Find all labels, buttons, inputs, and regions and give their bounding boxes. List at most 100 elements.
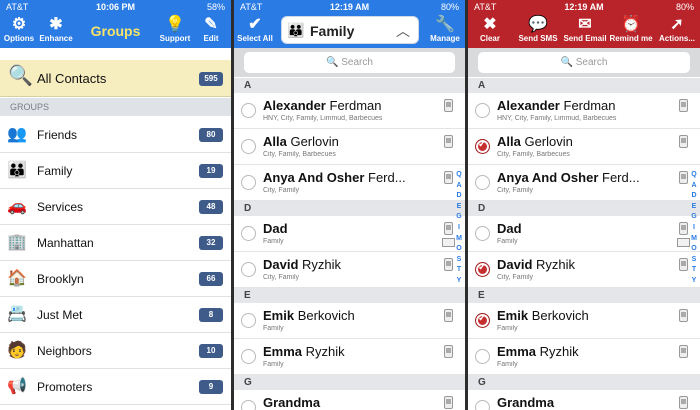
index-letter[interactable]: D bbox=[690, 191, 698, 202]
select-checkbox[interactable] bbox=[241, 103, 256, 118]
select-checkbox[interactable] bbox=[241, 139, 256, 154]
group-row-family[interactable]: 👪 Family 19 bbox=[0, 153, 231, 189]
select-checkbox[interactable] bbox=[475, 313, 490, 328]
select-checkbox[interactable] bbox=[241, 313, 256, 328]
index-letter[interactable]: S bbox=[455, 255, 463, 266]
phone-icon[interactable] bbox=[679, 396, 688, 409]
group-row-services[interactable]: 🚗 Services 48 bbox=[0, 189, 231, 225]
contact-row[interactable]: Grandma Family bbox=[234, 390, 465, 410]
contact-row[interactable]: Emma Ryzhik Family bbox=[468, 339, 700, 375]
index-letter[interactable]: Q bbox=[690, 170, 698, 181]
select-checkbox[interactable] bbox=[241, 175, 256, 190]
phone-icon[interactable] bbox=[679, 258, 688, 271]
contact-row[interactable]: Emma Ryzhik Family bbox=[234, 339, 465, 375]
phone-icon[interactable] bbox=[444, 258, 453, 271]
select-checkbox[interactable] bbox=[475, 139, 490, 154]
contact-row[interactable]: Anya And Osher Ferd... City, Family bbox=[468, 165, 700, 201]
index-bar[interactable]: QADEGIMOSTY bbox=[455, 170, 463, 287]
contact-row[interactable]: David Ryzhik City, Family bbox=[468, 252, 700, 288]
index-bar[interactable]: QADEGIMOSTY bbox=[690, 170, 698, 287]
phone-icon[interactable] bbox=[679, 99, 688, 112]
support-button[interactable]: 💡 Support bbox=[158, 14, 192, 48]
phone-icon[interactable] bbox=[444, 345, 453, 358]
group-row-just-met[interactable]: 📇 Just Met 8 bbox=[0, 297, 231, 333]
contact-row[interactable]: Emik Berkovich Family bbox=[234, 303, 465, 339]
phone-icon[interactable] bbox=[444, 171, 453, 184]
edit-button[interactable]: ✎ Edit bbox=[196, 14, 226, 48]
group-row-friends[interactable]: 👥 Friends 80 bbox=[0, 117, 231, 153]
select-checkbox[interactable] bbox=[475, 349, 490, 364]
select-checkbox[interactable] bbox=[241, 400, 256, 410]
contact-row[interactable]: Anya And Osher Ferd... City, Family bbox=[234, 165, 465, 201]
options-button[interactable]: ⚙ Options bbox=[2, 14, 36, 48]
index-letter[interactable]: E bbox=[455, 202, 463, 213]
index-letter[interactable]: A bbox=[690, 181, 698, 192]
index-letter[interactable]: Y bbox=[690, 276, 698, 287]
phone-icon[interactable] bbox=[444, 222, 453, 235]
index-letter[interactable]: I bbox=[455, 223, 463, 234]
phone-icon[interactable] bbox=[444, 99, 453, 112]
group-row-promoters[interactable]: 📢 Promoters 9 bbox=[0, 369, 231, 405]
select-checkbox[interactable] bbox=[241, 349, 256, 364]
phone-icon[interactable] bbox=[444, 396, 453, 409]
index-letter[interactable]: O bbox=[690, 244, 698, 255]
index-letter[interactable]: A bbox=[455, 181, 463, 192]
send-email-button[interactable]: ✉ Send Email bbox=[562, 14, 608, 48]
remind-me-button[interactable]: ⏰ Remind me bbox=[608, 14, 654, 48]
select-all-button[interactable]: ✔ Select All bbox=[235, 14, 275, 48]
index-letter[interactable]: Y bbox=[455, 276, 463, 287]
actions-button[interactable]: ➚ Actions... bbox=[656, 14, 698, 48]
all-contacts-row[interactable]: 🔍 All Contacts 595 bbox=[0, 60, 231, 97]
select-checkbox[interactable] bbox=[475, 103, 490, 118]
contact-row[interactable]: Alexander Ferdman HNY, City, Family, Lim… bbox=[234, 93, 465, 129]
phone-icon[interactable] bbox=[679, 309, 688, 322]
contact-row[interactable]: Alexander Ferdman HNY, City, Family, Lim… bbox=[468, 93, 700, 129]
group-row-manhattan[interactable]: 🏢 Manhattan 32 bbox=[0, 225, 231, 261]
chevron-up-icon: ︿ bbox=[396, 23, 410, 39]
index-letter[interactable]: G bbox=[455, 212, 463, 223]
index-letter[interactable]: G bbox=[690, 212, 698, 223]
search-input[interactable]: 🔍 Search bbox=[244, 52, 455, 73]
index-letter[interactable]: M bbox=[455, 234, 463, 245]
manage-button[interactable]: 🔧 Manage bbox=[427, 14, 463, 48]
index-letter[interactable]: D bbox=[455, 191, 463, 202]
status-bar: AT&T 12:19 AM 80% bbox=[234, 0, 465, 14]
select-checkbox[interactable] bbox=[241, 262, 256, 277]
contact-row[interactable]: Alla Gerlovin City, Family, Barbecues bbox=[468, 129, 700, 165]
send-sms-button[interactable]: 💬 Send SMS bbox=[516, 14, 560, 48]
first-name: David bbox=[497, 257, 533, 272]
phone-icon[interactable] bbox=[679, 171, 688, 184]
index-letter[interactable]: E bbox=[690, 202, 698, 213]
group-selector[interactable]: 👪 Family ︿ bbox=[281, 16, 419, 44]
index-letter[interactable]: S bbox=[690, 255, 698, 266]
mail-icon[interactable] bbox=[677, 238, 690, 247]
select-checkbox[interactable] bbox=[475, 175, 490, 190]
contact-row[interactable]: Dad Family bbox=[468, 216, 700, 252]
contact-row[interactable]: Dad Family bbox=[234, 216, 465, 252]
clear-button[interactable]: ✖ Clear bbox=[470, 14, 510, 48]
select-checkbox[interactable] bbox=[475, 262, 490, 277]
group-row-neighbors[interactable]: 🧑 Neighbors 10 bbox=[0, 333, 231, 369]
contact-row[interactable]: Grandma Family bbox=[468, 390, 700, 410]
enhance-button[interactable]: ✱ Enhance bbox=[38, 14, 74, 48]
index-letter[interactable]: T bbox=[455, 265, 463, 276]
index-letter[interactable]: M bbox=[690, 234, 698, 245]
phone-icon[interactable] bbox=[679, 135, 688, 148]
index-letter[interactable]: T bbox=[690, 265, 698, 276]
select-checkbox[interactable] bbox=[475, 226, 490, 241]
phone-icon[interactable] bbox=[679, 345, 688, 358]
select-checkbox[interactable] bbox=[241, 226, 256, 241]
contact-row[interactable]: Emik Berkovich Family bbox=[468, 303, 700, 339]
index-letter[interactable]: O bbox=[455, 244, 463, 255]
contact-row[interactable]: Alla Gerlovin City, Family, Barbecues bbox=[234, 129, 465, 165]
index-letter[interactable]: Q bbox=[455, 170, 463, 181]
search-input[interactable]: 🔍 Search bbox=[478, 52, 690, 73]
phone-icon[interactable] bbox=[444, 135, 453, 148]
contact-row[interactable]: David Ryzhik City, Family bbox=[234, 252, 465, 288]
phone-icon[interactable] bbox=[679, 222, 688, 235]
select-checkbox[interactable] bbox=[475, 400, 490, 410]
group-row-brooklyn[interactable]: 🏠 Brooklyn 66 bbox=[0, 261, 231, 297]
index-letter[interactable]: I bbox=[690, 223, 698, 234]
mail-icon[interactable] bbox=[442, 238, 455, 247]
phone-icon[interactable] bbox=[444, 309, 453, 322]
